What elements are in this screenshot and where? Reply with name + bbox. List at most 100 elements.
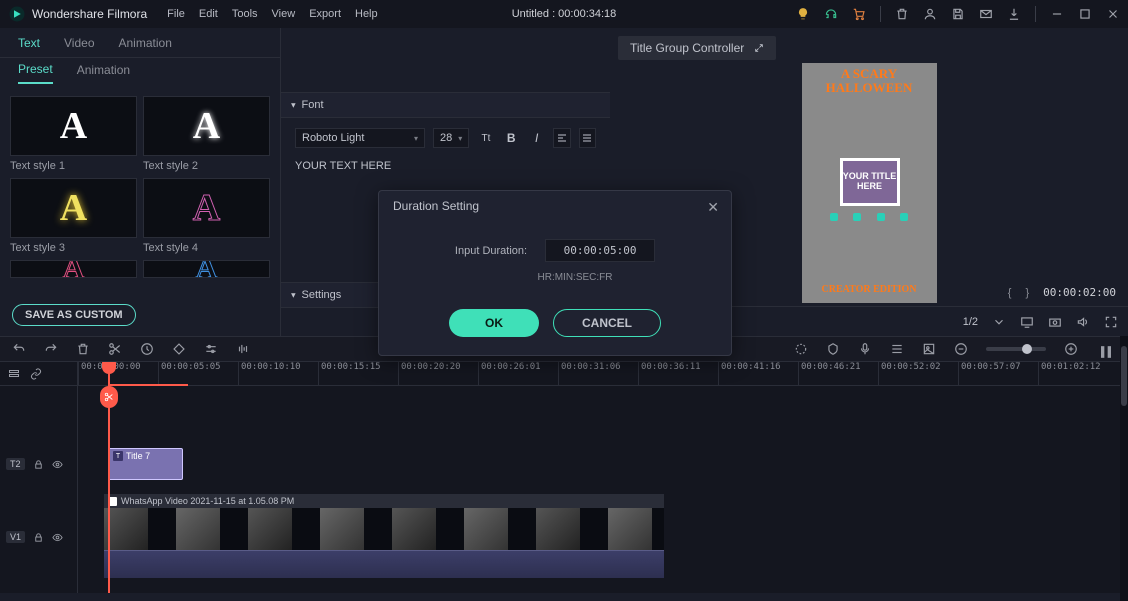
record-icon[interactable]: [858, 342, 872, 356]
ok-button[interactable]: OK: [449, 309, 539, 337]
preset-item[interactable]: A Text style 1: [10, 96, 137, 172]
crop-icon[interactable]: [172, 342, 186, 356]
bracket-close-icon[interactable]: }: [1025, 287, 1029, 299]
subtab-preset[interactable]: Preset: [18, 62, 53, 84]
page-fraction: 1/2: [963, 316, 978, 328]
link-icon[interactable]: [30, 368, 42, 380]
title-clip[interactable]: T Title 7: [108, 448, 183, 480]
mail-icon[interactable]: [979, 7, 993, 21]
download-icon[interactable]: [1007, 7, 1021, 21]
font-family-select[interactable]: Roboto Light▾: [295, 128, 425, 148]
bracket-timecode: { } 00:00:02:00: [1008, 286, 1116, 299]
delete-icon[interactable]: [76, 342, 90, 356]
app-logo: [8, 5, 26, 23]
bracket-open-icon[interactable]: {: [1008, 287, 1012, 299]
volume-icon[interactable]: [1076, 315, 1090, 329]
zoom-out-icon[interactable]: [954, 342, 968, 356]
eye-icon[interactable]: [52, 532, 63, 543]
font-section-header[interactable]: Font: [281, 92, 610, 118]
menu-export[interactable]: Export: [309, 8, 341, 20]
speed-icon[interactable]: [140, 342, 154, 356]
mixer-icon[interactable]: [890, 342, 904, 356]
text-transform-icon[interactable]: Tt: [477, 128, 494, 148]
lightbulb-icon[interactable]: [796, 7, 810, 21]
menu-edit[interactable]: Edit: [199, 8, 218, 20]
menu-view[interactable]: View: [272, 8, 296, 20]
preset-item[interactable]: A Text style 4: [143, 178, 270, 254]
preview-top-text: A SCARY HALLOWEEN: [802, 67, 937, 96]
duration-input[interactable]: [545, 239, 655, 262]
render-icon[interactable]: [794, 342, 808, 356]
cart-icon[interactable]: [852, 7, 866, 21]
marker-icon[interactable]: [826, 342, 840, 356]
undo-icon[interactable]: [12, 342, 26, 356]
menu-help[interactable]: Help: [355, 8, 378, 20]
text-clip-icon: T: [113, 451, 123, 461]
subtab-animation[interactable]: Animation: [77, 63, 130, 83]
snapshot-icon[interactable]: [1048, 315, 1062, 329]
video-clip-label: WhatsApp Video 2021-11-15 at 1.05.08 PM: [121, 496, 294, 506]
fullscreen-icon[interactable]: [1104, 315, 1118, 329]
clip-waveform: [104, 550, 664, 578]
text-content-input[interactable]: [295, 160, 596, 172]
work-area-bar[interactable]: [108, 384, 188, 386]
track-header-v1: V1: [0, 494, 77, 580]
maximize-icon[interactable]: [1078, 7, 1092, 21]
zoom-in-icon[interactable]: [1064, 342, 1078, 356]
font-size-select[interactable]: 28▾: [433, 128, 469, 148]
inspector-subtabs: Preset Animation: [0, 58, 280, 88]
inspector-panel: Text Video Animation Preset Animation A …: [0, 28, 280, 336]
preset-grid: A Text style 1 A Text style 2 A Text sty…: [0, 88, 280, 298]
italic-icon[interactable]: I: [528, 128, 545, 148]
media-icon[interactable]: [922, 342, 936, 356]
track-v1[interactable]: WhatsApp Video 2021-11-15 at 1.05.08 PM: [78, 494, 1120, 580]
zoom-slider[interactable]: [986, 347, 1046, 351]
tab-video[interactable]: Video: [64, 36, 94, 50]
close-icon[interactable]: [1106, 7, 1120, 21]
align-justify-icon[interactable]: [579, 128, 596, 148]
bold-icon[interactable]: B: [503, 128, 520, 148]
track-area[interactable]: 00:00:00:00 00:00:05:05 00:00:10:10 00:0…: [78, 362, 1120, 593]
title-bar: Wondershare Filmora File Edit Tools View…: [0, 0, 1128, 28]
save-as-custom-button[interactable]: SAVE AS CUSTOM: [12, 304, 136, 326]
scissors-handle[interactable]: [100, 386, 118, 408]
vertical-scrollbar[interactable]: [1120, 336, 1128, 601]
headset-icon[interactable]: [824, 7, 838, 21]
trash-icon[interactable]: [895, 7, 909, 21]
eye-icon[interactable]: [52, 459, 63, 470]
preset-item[interactable]: A Text style 2: [143, 96, 270, 172]
cancel-button[interactable]: CANCEL: [553, 309, 661, 337]
chevron-down-icon[interactable]: [992, 315, 1006, 329]
minimize-icon[interactable]: [1050, 7, 1064, 21]
track-t2[interactable]: T Title 7: [78, 446, 1120, 482]
audio-icon[interactable]: [236, 342, 250, 356]
menu-tools[interactable]: Tools: [232, 8, 258, 20]
duration-hint: HR:MIN:SEC:FR: [449, 272, 701, 283]
align-left-icon[interactable]: [553, 128, 570, 148]
preset-item[interactable]: A: [10, 260, 137, 278]
split-icon[interactable]: [108, 342, 122, 356]
zoom-fit-icon[interactable]: [1096, 342, 1116, 356]
preview-bottom-text: CREATOR EDITION: [802, 284, 937, 295]
display-icon[interactable]: [1020, 315, 1034, 329]
time-ruler[interactable]: 00:00:00:00 00:00:05:05 00:00:10:10 00:0…: [78, 362, 1120, 386]
tab-animation[interactable]: Animation: [119, 36, 172, 50]
adjust-icon[interactable]: [204, 342, 218, 356]
preset-item[interactable]: A: [143, 260, 270, 278]
tab-text[interactable]: Text: [18, 36, 40, 50]
redo-icon[interactable]: [44, 342, 58, 356]
close-icon[interactable]: ✕: [707, 199, 719, 216]
preview-timecode: 00:00:02:00: [1043, 286, 1116, 299]
video-clip[interactable]: WhatsApp Video 2021-11-15 at 1.05.08 PM: [104, 494, 664, 578]
track-header-t2: T2: [0, 446, 77, 482]
preset-item[interactable]: A Text style 3: [10, 178, 137, 254]
title-group-controller-button[interactable]: Title Group Controller: [618, 36, 776, 60]
user-icon[interactable]: [923, 7, 937, 21]
save-icon[interactable]: [951, 7, 965, 21]
preview-canvas[interactable]: A SCARY HALLOWEEN YOUR TITLE HERE CREATO…: [802, 63, 937, 303]
track-manager-icon[interactable]: [8, 368, 20, 380]
menu-file[interactable]: File: [167, 8, 185, 20]
app-title: Wondershare Filmora: [32, 7, 147, 21]
lock-icon[interactable]: [33, 532, 44, 543]
lock-icon[interactable]: [33, 459, 44, 470]
